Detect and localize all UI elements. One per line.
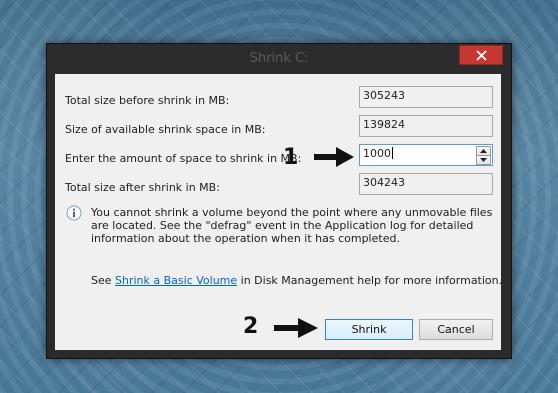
- arrow-right-icon: [314, 147, 354, 167]
- close-button[interactable]: [459, 45, 503, 65]
- title-bar[interactable]: Shrink C:: [47, 44, 511, 74]
- total-size-after-label: Total size after shrink in MB:: [65, 181, 220, 194]
- shrink-dialog: Shrink C: Total size before shrink in MB…: [46, 43, 512, 359]
- close-icon: [476, 50, 487, 61]
- arrow-right-icon: [274, 318, 318, 338]
- shrink-amount-value: 1000: [363, 147, 391, 160]
- triangle-up-icon: [480, 149, 487, 153]
- available-shrink-field: 139824: [359, 115, 493, 137]
- shrink-amount-spinner: [476, 146, 491, 165]
- help-suffix: in Disk Management help for more informa…: [237, 274, 503, 287]
- triangle-down-icon: [480, 158, 487, 162]
- shrink-button[interactable]: Shrink: [325, 319, 413, 340]
- help-line: See Shrink a Basic Volume in Disk Manage…: [91, 274, 502, 287]
- info-message: You cannot shrink a volume beyond the po…: [91, 206, 493, 245]
- annotation-step-1: 1: [283, 145, 299, 170]
- available-shrink-value: 139824: [363, 118, 405, 131]
- spinner-down-button[interactable]: [476, 155, 491, 165]
- total-size-before-value: 305243: [363, 89, 405, 102]
- total-size-after-field: 304243: [359, 173, 493, 195]
- help-link[interactable]: Shrink a Basic Volume: [115, 274, 237, 287]
- text-caret: [392, 147, 393, 159]
- info-icon: [66, 205, 82, 221]
- total-size-before-field: 305243: [359, 86, 493, 108]
- annotation-step-2: 2: [243, 314, 259, 339]
- shrink-amount-input[interactable]: 1000: [359, 144, 493, 166]
- total-size-before-label: Total size before shrink in MB:: [65, 94, 230, 107]
- cancel-button[interactable]: Cancel: [419, 319, 493, 340]
- total-size-after-value: 304243: [363, 176, 405, 189]
- dialog-body: Total size before shrink in MB: 305243 S…: [55, 74, 502, 350]
- help-prefix: See: [91, 274, 116, 287]
- window-title: Shrink C:: [249, 51, 309, 66]
- shrink-amount-label: Enter the amount of space to shrink in M…: [65, 152, 302, 165]
- available-shrink-label: Size of available shrink space in MB:: [65, 123, 266, 136]
